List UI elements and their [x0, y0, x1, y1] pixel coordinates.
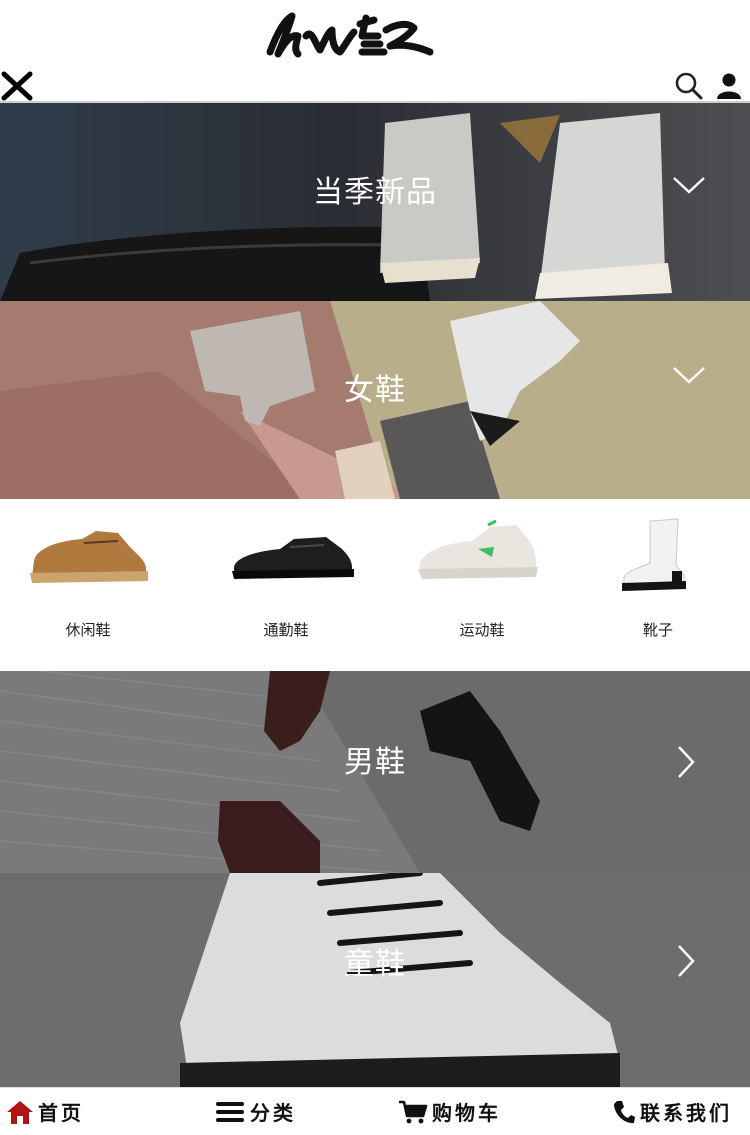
category-commute-shoes[interactable]: 通勤鞋: [220, 499, 360, 671]
header: [0, 0, 750, 103]
commute-shoe-image: [232, 537, 354, 579]
casual-shoe-image: [30, 531, 148, 583]
bottom-navigation: 首页 分类 购物车 联系我们: [0, 1087, 750, 1135]
banner-women-shoes-title: 女鞋: [344, 373, 406, 408]
nav-contact-label: 联系我们: [640, 1101, 732, 1125]
banner-men-shoes[interactable]: 男鞋: [0, 671, 750, 873]
brand-logo-signature: [266, 12, 434, 58]
chevron-down-icon: [673, 367, 705, 384]
category-sports-shoes-label: 运动鞋: [459, 621, 505, 639]
nav-category[interactable]: 分类: [214, 1088, 296, 1135]
search-button[interactable]: [674, 71, 704, 101]
banner-kids-shoes-title: 童鞋: [344, 947, 406, 982]
home-icon: [7, 1100, 33, 1124]
banner-new-season[interactable]: 当季新品: [0, 103, 750, 301]
user-button[interactable]: [714, 71, 744, 101]
nav-home[interactable]: 首页: [6, 1088, 84, 1135]
sports-shoe-image: [418, 519, 538, 579]
menu-icon: [216, 1101, 244, 1122]
nav-home-label: 首页: [38, 1101, 84, 1125]
nav-cart-label: 购物车: [432, 1101, 501, 1125]
banner-kids-shoes[interactable]: 童鞋: [0, 873, 750, 1087]
nav-cart[interactable]: 购物车: [398, 1088, 501, 1135]
phone-icon: [614, 1100, 635, 1123]
chevron-down-icon: [673, 177, 705, 194]
close-button[interactable]: [0, 68, 34, 102]
women-shoes-categories: 休闲鞋 通勤鞋 运动鞋 靴子: [0, 499, 750, 672]
boots-image: [622, 518, 686, 591]
banner-men-shoes-title: 男鞋: [344, 745, 406, 780]
nav-category-label: 分类: [250, 1101, 296, 1125]
banner-women-shoes[interactable]: 女鞋: [0, 301, 750, 499]
close-icon: [1, 71, 33, 101]
chevron-right-icon: [678, 945, 695, 977]
search-icon: [675, 72, 703, 100]
category-commute-shoes-label: 通勤鞋: [263, 621, 309, 639]
user-icon: [717, 73, 741, 99]
category-casual-shoes-label: 休闲鞋: [65, 621, 111, 639]
nav-contact[interactable]: 联系我们: [612, 1088, 732, 1135]
category-boots-label: 靴子: [642, 621, 673, 639]
brand-logo[interactable]: [262, 6, 437, 66]
cart-icon: [399, 1100, 428, 1123]
banner-new-season-title: 当季新品: [313, 175, 437, 210]
category-sports-shoes[interactable]: 运动鞋: [412, 499, 552, 671]
category-casual-shoes[interactable]: 休闲鞋: [18, 499, 158, 671]
category-boots[interactable]: 靴子: [608, 499, 738, 671]
chevron-right-icon: [678, 746, 695, 778]
